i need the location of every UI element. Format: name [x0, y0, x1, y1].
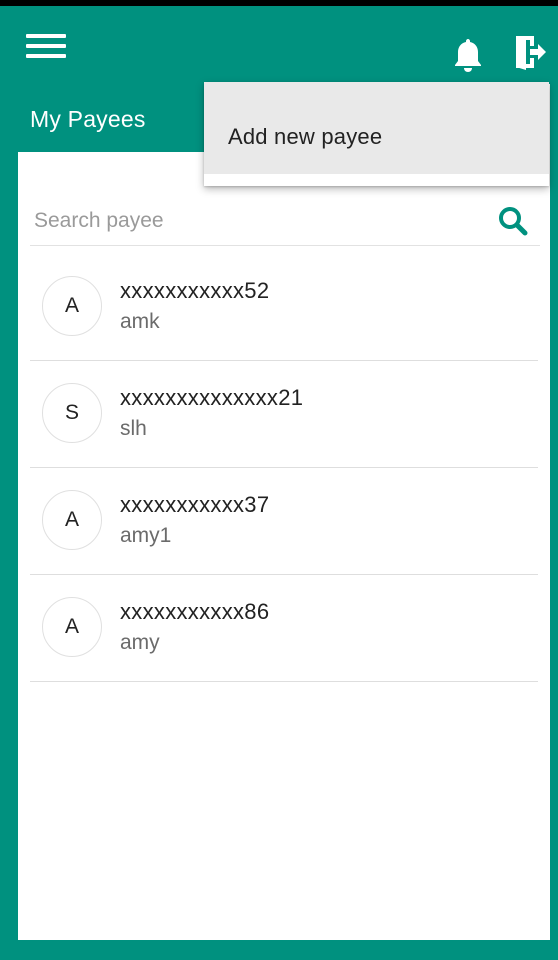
payee-nickname: amy	[120, 631, 160, 654]
search-bar	[30, 196, 540, 246]
payees-card: My Payees A xxxxxxxxxxx52 amk S xxxxxxxx…	[18, 84, 550, 940]
list-item[interactable]: A xxxxxxxxxxx52 amk	[30, 254, 538, 361]
logout-button[interactable]	[510, 32, 550, 72]
payee-nickname: amk	[120, 310, 160, 333]
search-input[interactable]	[30, 204, 470, 238]
payee-nickname: slh	[120, 417, 147, 440]
list-item[interactable]: S xxxxxxxxxxxxxx21 slh	[30, 361, 538, 468]
tab-title: My Payees	[30, 106, 146, 132]
payee-account-number: xxxxxxxxxxxxxx21	[120, 385, 304, 410]
avatar: A	[42, 276, 102, 336]
menu-icon-bar	[26, 54, 66, 58]
payee-account-number: xxxxxxxxxxx37	[120, 492, 270, 517]
menu-icon-bar	[26, 34, 66, 38]
overflow-popup-menu: Add new payee	[204, 82, 549, 186]
payee-list: A xxxxxxxxxxx52 amk S xxxxxxxxxxxxxx21 s…	[30, 254, 538, 682]
bell-icon	[455, 39, 481, 72]
tab-my-payees[interactable]: My Payees	[18, 84, 204, 152]
app-screen: My Payees A xxxxxxxxxxx52 amk S xxxxxxxx…	[0, 6, 558, 960]
list-item[interactable]: A xxxxxxxxxxx37 amy1	[30, 468, 538, 575]
search-icon[interactable]	[496, 204, 530, 238]
payee-account-number: xxxxxxxxxxx86	[120, 599, 270, 624]
list-item[interactable]: A xxxxxxxxxxx86 amy	[30, 575, 538, 682]
menu-item-label: Add new payee	[228, 124, 383, 149]
avatar: A	[42, 490, 102, 550]
menu-item-add-new-payee[interactable]: Add new payee	[204, 82, 549, 174]
payee-nickname: amy1	[120, 524, 172, 547]
menu-icon-bar	[26, 44, 66, 48]
hamburger-menu-button[interactable]	[26, 32, 68, 62]
notifications-button[interactable]	[450, 36, 486, 74]
logout-door-icon	[516, 36, 546, 70]
avatar: A	[42, 597, 102, 657]
payee-account-number: xxxxxxxxxxx52	[120, 278, 270, 303]
avatar: S	[42, 383, 102, 443]
